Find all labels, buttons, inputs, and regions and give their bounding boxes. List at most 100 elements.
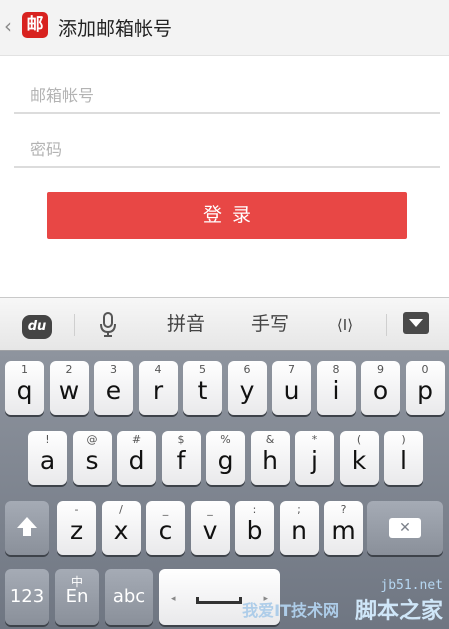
shift-arrow-icon: [17, 517, 37, 528]
numbers-key[interactable]: 123: [5, 569, 49, 625]
password-placeholder: 密码: [30, 140, 63, 159]
key-u-label: u: [283, 376, 300, 405]
key-h-alt: &: [265, 433, 275, 446]
key-p-label: p: [417, 376, 433, 405]
key-i-alt: 8: [332, 363, 340, 376]
key-b-alt: :: [252, 503, 257, 516]
key-x[interactable]: / x: [101, 501, 141, 555]
key-k-label: k: [351, 446, 367, 475]
key-m-alt: ?: [340, 503, 347, 516]
voice-input-button[interactable]: [96, 298, 120, 352]
header-bar: ‹ 邮 添加邮箱帐号: [0, 0, 449, 56]
toolbar-divider: [74, 314, 75, 336]
key-o-alt: 9: [377, 363, 384, 376]
key-y-label: y: [239, 376, 255, 405]
key-p-alt: 0: [421, 363, 429, 376]
key-h[interactable]: & h: [250, 431, 290, 485]
microphone-icon: [100, 312, 116, 337]
key-j-label: j: [311, 446, 318, 475]
key-u-alt: 7: [288, 363, 295, 376]
backspace-key[interactable]: ✕: [367, 501, 443, 555]
key-l-label: l: [400, 446, 407, 475]
login-button[interactable]: 登录: [47, 192, 407, 239]
key-e[interactable]: 3e: [94, 361, 133, 415]
key-a[interactable]: ! a: [28, 431, 67, 485]
key-n[interactable]: ; n: [279, 501, 319, 555]
key-p[interactable]: 0p: [405, 361, 445, 415]
key-g-label: g: [217, 446, 234, 475]
key-v[interactable]: _ v: [190, 501, 230, 555]
key-r-label: r: [152, 376, 164, 405]
key-a-label: a: [39, 446, 56, 475]
language-switch-key[interactable]: 中 En: [55, 569, 99, 625]
key-q-alt: 1: [21, 363, 28, 376]
key-k[interactable]: (k: [339, 431, 379, 485]
email-field[interactable]: 邮箱帐号: [14, 72, 440, 114]
key-f-label: f: [176, 446, 186, 475]
keyboard-toolbar: du 拼音 手写 ⟨I⟩: [0, 297, 449, 351]
toolbar-divider: [386, 314, 387, 336]
key-w-label: w: [58, 376, 80, 405]
hide-keyboard-button[interactable]: [402, 298, 430, 352]
password-field[interactable]: 密码: [14, 126, 440, 168]
space-bar-icon: [196, 597, 242, 604]
language-switch-label: En: [65, 586, 89, 607]
key-z[interactable]: -z: [57, 501, 96, 555]
key-g-alt: %: [220, 433, 231, 446]
key-v-alt: _: [207, 503, 213, 516]
key-n-alt: ;: [297, 503, 301, 516]
key-l-alt: ): [401, 433, 406, 446]
key-r-alt: 4: [154, 363, 162, 376]
key-j[interactable]: * j: [295, 431, 334, 485]
key-g[interactable]: % g: [206, 431, 245, 485]
key-m-label: m: [331, 516, 356, 545]
cursor-move-button[interactable]: ⟨I⟩: [330, 298, 360, 352]
key-l[interactable]: ) l: [384, 431, 423, 485]
watermark: jb51.net 脚本之家: [355, 578, 443, 625]
key-b[interactable]: :b: [235, 501, 274, 555]
key-f[interactable]: $ f: [161, 431, 201, 485]
key-h-label: h: [262, 446, 278, 475]
key-e-label: e: [105, 376, 122, 405]
key-t[interactable]: 5t: [183, 361, 222, 415]
key-y-alt: 6: [243, 363, 251, 376]
key-s[interactable]: @ s: [72, 431, 112, 485]
key-q[interactable]: 1q: [5, 361, 44, 415]
key-x-label: x: [113, 516, 129, 545]
key-v-label: v: [202, 516, 218, 545]
key-a-alt: !: [45, 433, 50, 446]
key-o[interactable]: 9o: [361, 361, 400, 415]
email-placeholder: 邮箱帐号: [30, 86, 95, 105]
key-w[interactable]: 2w: [49, 361, 89, 415]
abc-key[interactable]: abc: [105, 569, 153, 625]
backspace-icon: ✕: [389, 518, 421, 538]
key-i[interactable]: 8i: [316, 361, 356, 415]
handwriting-mode-button[interactable]: 手写: [248, 298, 292, 352]
key-n-label: n: [291, 516, 307, 545]
key-t-alt: 5: [199, 363, 206, 376]
key-z-alt: -: [74, 503, 79, 516]
key-q-label: q: [16, 376, 33, 405]
key-d-label: d: [128, 446, 145, 475]
key-m[interactable]: ? m: [324, 501, 363, 555]
shift-key[interactable]: [5, 501, 49, 555]
baidu-bear-icon: du: [22, 315, 52, 339]
key-c[interactable]: _ c: [146, 501, 185, 555]
key-z-label: z: [69, 516, 84, 545]
shift-arrow-stem: [23, 528, 31, 536]
key-u[interactable]: 7u: [272, 361, 311, 415]
key-i-label: i: [332, 376, 340, 405]
key-y[interactable]: 6y: [227, 361, 267, 415]
pinyin-mode-button[interactable]: 拼音: [164, 298, 208, 352]
key-k-alt: (: [356, 433, 362, 446]
back-icon[interactable]: ‹: [4, 14, 12, 38]
key-w-alt: 2: [65, 363, 73, 376]
page-title: 添加邮箱帐号: [58, 18, 173, 40]
key-t-label: t: [197, 376, 208, 405]
key-d[interactable]: # d: [117, 431, 156, 485]
watermark-brand: 脚本之家: [354, 599, 443, 624]
abc-key-label: abc: [112, 586, 146, 607]
baidu-bear-button[interactable]: du: [20, 298, 54, 352]
key-f-alt: $: [177, 433, 185, 446]
key-r[interactable]: 4r: [138, 361, 178, 415]
